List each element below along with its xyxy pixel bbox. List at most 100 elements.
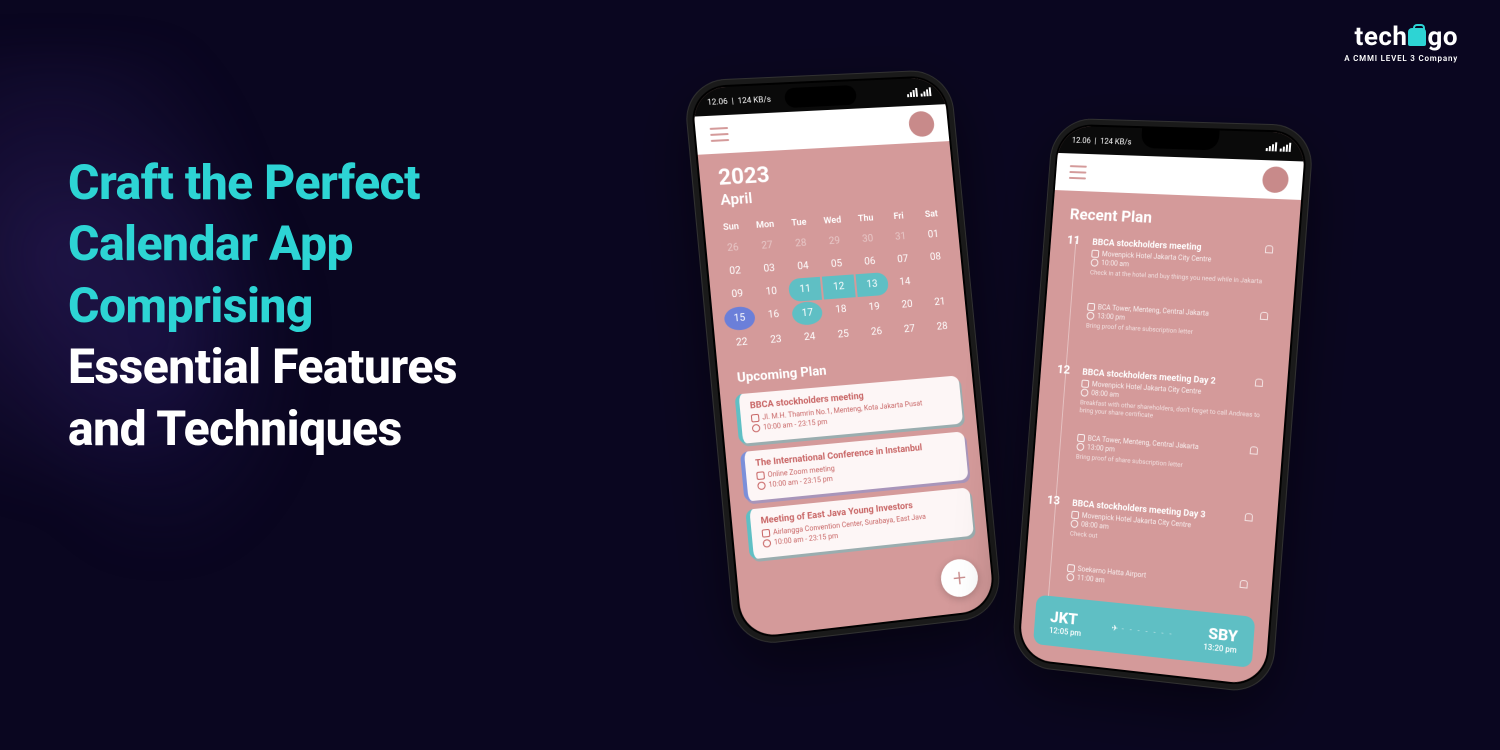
flight-plane-icon: ✈ - - - - - - - bbox=[1111, 623, 1174, 639]
bell-icon[interactable] bbox=[1258, 311, 1271, 324]
clock-icon bbox=[1080, 388, 1088, 396]
calendar-day[interactable]: 01 bbox=[917, 223, 950, 248]
calendar-day[interactable]: 17 bbox=[792, 301, 824, 326]
brand-logo: tech go A CMMI LEVEL 3 Company bbox=[1344, 22, 1458, 63]
headline-l3: Comprising bbox=[68, 277, 313, 334]
calendar-day[interactable]: 20 bbox=[891, 292, 924, 319]
plan-list: BBCA stockholders meeting Jl. M.H. Thamr… bbox=[720, 374, 987, 561]
timeline-day: 13 bbox=[1044, 492, 1064, 507]
calendar-day[interactable]: 25 bbox=[827, 322, 861, 347]
location-icon bbox=[1071, 511, 1079, 520]
phone-right: 12.06 | 124 KB/s Recent Plan 11B bbox=[1011, 118, 1315, 695]
signal-icon bbox=[1280, 142, 1292, 151]
phone-notch bbox=[784, 85, 857, 108]
clock-icon bbox=[1070, 520, 1078, 529]
status-time: 12.06 bbox=[707, 96, 728, 106]
calendar-day[interactable]: 26 bbox=[716, 235, 750, 260]
menu-icon[interactable] bbox=[710, 127, 730, 142]
bell-icon[interactable] bbox=[1247, 445, 1260, 458]
signal-icon bbox=[1266, 142, 1278, 151]
location-icon bbox=[1081, 380, 1089, 388]
bell-icon[interactable] bbox=[1253, 377, 1266, 390]
clock-icon bbox=[1066, 573, 1074, 582]
clock-icon bbox=[762, 539, 771, 548]
menu-icon[interactable] bbox=[1069, 165, 1087, 179]
status-time: 12.06 bbox=[1072, 135, 1092, 144]
timeline-item[interactable]: 11BBCA stockholders meetingMovenpick Hot… bbox=[1089, 234, 1284, 298]
calendar-day[interactable]: 30 bbox=[851, 227, 884, 252]
calendar-day[interactable]: 12 bbox=[822, 274, 856, 299]
calendar-day[interactable]: 11 bbox=[788, 277, 822, 302]
calendar-day[interactable]: 04 bbox=[786, 254, 820, 279]
timeline-line bbox=[1047, 241, 1077, 612]
clock-icon bbox=[752, 424, 761, 433]
bell-icon[interactable] bbox=[1237, 579, 1250, 592]
calendar-dow: Tue bbox=[782, 213, 815, 233]
calendar-day[interactable]: 23 bbox=[759, 327, 793, 353]
signal-icon bbox=[920, 87, 931, 96]
phone-left: 12.06 | 124 KB/s 2023 April bbox=[683, 69, 1003, 648]
status-data: 124 KB/s bbox=[1100, 136, 1132, 146]
calendar-day[interactable]: 02 bbox=[718, 259, 752, 284]
headline-l2: Calendar App bbox=[68, 215, 353, 272]
location-icon bbox=[1077, 434, 1085, 442]
timeline: 11BBCA stockholders meetingMovenpick Hot… bbox=[1023, 232, 1298, 635]
calendar-day[interactable]: 26 bbox=[860, 319, 893, 344]
calendar-day[interactable]: 15 bbox=[723, 306, 755, 331]
add-button[interactable]: + bbox=[939, 557, 979, 599]
bell-icon[interactable] bbox=[1263, 244, 1276, 257]
location-icon bbox=[762, 529, 771, 538]
location-icon bbox=[1087, 303, 1095, 311]
calendar-day[interactable]: 14 bbox=[888, 270, 921, 295]
avatar[interactable] bbox=[908, 111, 936, 138]
calendar-dow: Sat bbox=[915, 205, 947, 225]
calendar-day[interactable]: 27 bbox=[750, 233, 784, 258]
clock-icon bbox=[1086, 312, 1094, 320]
calendar-day[interactable]: 18 bbox=[824, 297, 858, 324]
calendar-day[interactable]: 22 bbox=[725, 330, 759, 356]
calendar-day[interactable]: 08 bbox=[919, 245, 952, 270]
headline-l5: and Techniques bbox=[68, 400, 402, 457]
calendar-day[interactable]: 16 bbox=[756, 302, 790, 329]
calendar-day[interactable]: 24 bbox=[793, 325, 827, 350]
calendar-day[interactable]: 07 bbox=[886, 247, 919, 272]
phone-notch bbox=[1141, 126, 1220, 150]
headline: Craft the Perfect Calendar App Comprisin… bbox=[68, 152, 608, 459]
calendar-day[interactable]: 05 bbox=[820, 252, 854, 277]
calendar-day[interactable]: 29 bbox=[818, 229, 852, 254]
phones-mockup: 12.06 | 124 KB/s 2023 April bbox=[630, 60, 1500, 750]
clock-icon bbox=[757, 481, 766, 490]
timeline-item[interactable]: BCA Tower, Menteng, Central Jakarta13:00… bbox=[1084, 299, 1279, 364]
calendar-dow: Fri bbox=[882, 207, 915, 227]
calendar-dow: Thu bbox=[849, 209, 882, 229]
headline-l1: Craft the Perfect bbox=[68, 154, 420, 211]
timeline-item[interactable]: 13BBCA stockholders meeting Day 3Movenpi… bbox=[1069, 495, 1264, 566]
calendar-day[interactable]: 06 bbox=[853, 249, 886, 274]
timeline-day: 12 bbox=[1054, 362, 1074, 377]
logo-bag-icon bbox=[1408, 28, 1426, 46]
logo-text-left: tech bbox=[1355, 22, 1408, 52]
calendar-day[interactable]: 09 bbox=[720, 282, 754, 307]
calendar-day[interactable]: 27 bbox=[893, 317, 926, 342]
location-icon bbox=[751, 414, 760, 423]
calendar-dow: Mon bbox=[748, 215, 782, 235]
location-icon bbox=[1091, 250, 1099, 258]
location-icon bbox=[756, 471, 765, 480]
avatar[interactable] bbox=[1262, 166, 1290, 193]
bell-icon[interactable] bbox=[1242, 512, 1255, 525]
calendar-day[interactable]: 03 bbox=[752, 256, 786, 281]
calendar-day[interactable]: 19 bbox=[858, 295, 892, 322]
clock-icon bbox=[1090, 259, 1098, 267]
location-icon bbox=[1067, 564, 1075, 573]
calendar-day[interactable]: 21 bbox=[923, 290, 956, 317]
calendar-day[interactable]: 13 bbox=[855, 272, 888, 297]
signal-icon bbox=[906, 87, 917, 96]
calendar-day[interactable]: 28 bbox=[784, 231, 818, 256]
timeline-item[interactable]: BCA Tower, Menteng, Central Jakarta13:00… bbox=[1074, 430, 1269, 499]
calendar-grid: SunMonTueWedThuFriSat 262728293031010203… bbox=[703, 200, 969, 364]
calendar-day[interactable]: 10 bbox=[754, 279, 788, 304]
calendar-dow: Wed bbox=[816, 211, 849, 231]
timeline-item[interactable]: 12BBCA stockholders meeting Day 2Movenpi… bbox=[1079, 364, 1274, 432]
calendar-day[interactable]: 31 bbox=[884, 225, 917, 250]
calendar-day[interactable]: 28 bbox=[926, 314, 959, 339]
